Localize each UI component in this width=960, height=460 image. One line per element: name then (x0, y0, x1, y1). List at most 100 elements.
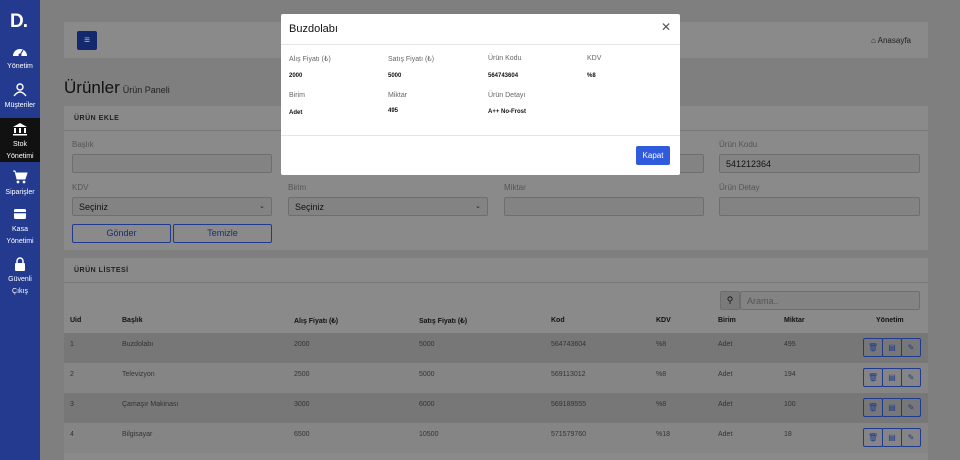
temizle-button[interactable]: Temizle (173, 224, 272, 243)
panel-heading: ÜRÜN LİSTESİ (64, 258, 928, 283)
cell-baslik: Bilgisayar (122, 431, 153, 438)
app-logo[interactable]: D. (10, 11, 28, 33)
sidebar-item-label: Yönetimi (6, 238, 34, 245)
sidebar-item-siparisler[interactable]: Siparişler (0, 170, 40, 200)
kapat-button[interactable]: Kapat (636, 146, 670, 165)
detail-button[interactable]: ▤ (882, 368, 902, 387)
trash-icon: 🗑 (867, 433, 879, 442)
cell-satis: 10500 (419, 431, 439, 438)
sidebar-item-musteriler[interactable]: Müşteriler (0, 83, 40, 113)
modal-miktar-value: 495 (388, 108, 399, 114)
miktar-field[interactable] (504, 197, 704, 216)
modal-birim-label: Birim (289, 92, 305, 99)
menu-toggle-button[interactable]: ≡ (77, 31, 97, 50)
chevron-down-icon: ⌄ (475, 203, 481, 210)
trash-icon: 🗑 (867, 343, 879, 352)
column-header-kod: Kod (551, 317, 565, 324)
modal-kod-label: Ürün Kodu (488, 55, 522, 62)
modal-divider (281, 44, 680, 45)
sidebar-item-label: Müşteriler (4, 102, 36, 109)
file-icon: ▤ (888, 433, 896, 442)
edit-button[interactable]: ✎ (901, 368, 921, 387)
modal-kdv-label: KDV (587, 55, 602, 62)
delete-button[interactable]: 🗑 (863, 338, 883, 357)
file-icon: ▤ (888, 403, 896, 412)
product-detail-modal: Buzdolabı ✕ Alış Fiyatı (₺) 2000 Satış F… (281, 14, 680, 175)
edit-button[interactable]: ✎ (901, 428, 921, 447)
trash-icon: 🗑 (867, 403, 879, 412)
row-actions: 🗑 ▤ ✎ (863, 428, 922, 447)
sidebar-item-kasa-yonetimi[interactable]: Kasa Yönetimi (0, 207, 40, 249)
cell-kod: 569113012 (551, 371, 586, 378)
miktar-label: Miktar (504, 183, 526, 192)
column-header-satis: Satış Fiyatı (₺) (419, 318, 468, 325)
cell-uid: 4 (70, 431, 74, 438)
detail-button[interactable]: ▤ (882, 338, 902, 357)
home-link[interactable]: ⌂ Anasayfa (871, 36, 911, 45)
delete-button[interactable]: 🗑 (863, 398, 883, 417)
column-header-baslik: Başlık (122, 317, 143, 324)
birim-select[interactable]: Seçiniz ⌄ (288, 197, 488, 216)
close-icon[interactable]: ✕ (661, 20, 671, 34)
sidebar-item-yonetim[interactable]: Yönetim (0, 44, 40, 76)
cell-baslik: Buzdolabı (122, 341, 154, 348)
page-title-text: Ürünler (64, 78, 120, 97)
sidebar: D. Yönetim Müşteriler Stok Yönetimi Sipa… (0, 0, 40, 460)
cell-satis: 5000 (419, 371, 435, 378)
column-header-yonetim: Yönetim (876, 317, 904, 324)
row-actions: 🗑 ▤ ✎ (863, 398, 922, 417)
table-row: 3 Çamaşır Makinası 3000 6000 569189555 %… (64, 393, 928, 423)
dashboard-icon (13, 49, 27, 57)
cash-register-icon (14, 209, 26, 219)
pencil-icon: ✎ (907, 343, 915, 352)
cell-alis: 2500 (294, 371, 310, 378)
modal-satis-label: Satış Fiyatı (₺) (388, 56, 435, 63)
baslik-label: Başlık (72, 140, 94, 149)
pencil-icon: ✎ (907, 433, 915, 442)
edit-button[interactable]: ✎ (901, 338, 921, 357)
cell-miktar: 495 (784, 341, 796, 348)
modal-kdv-value: %8 (587, 73, 596, 79)
cell-miktar: 18 (784, 431, 792, 438)
baslik-field[interactable] (72, 154, 272, 173)
cell-kdv: %8 (656, 371, 667, 378)
urun-kodu-field[interactable]: 541212364 (719, 154, 920, 173)
cell-kod: 569189555 (551, 401, 587, 408)
page-title: Ürünler Ürün Paneli (64, 78, 170, 98)
delete-button[interactable]: 🗑 (863, 368, 883, 387)
sidebar-item-label: Siparişler (5, 189, 35, 196)
sidebar-item-label: Yönetimi (6, 153, 34, 160)
sidebar-item-guvenli-cikis[interactable]: Güvenli Çıkış (0, 257, 40, 299)
cell-satis: 6000 (419, 401, 435, 408)
detail-button[interactable]: ▤ (882, 428, 902, 447)
sidebar-item-label: Çıkış (12, 288, 28, 295)
table-row: 2 Televizyon 2500 5000 569113012 %8 Adet… (64, 363, 928, 393)
sidebar-item-stok-yonetimi[interactable]: Stok Yönetimi (0, 118, 40, 162)
detail-button[interactable]: ▤ (882, 398, 902, 417)
cell-kod: 571579760 (551, 431, 587, 438)
modal-miktar-label: Miktar (388, 92, 408, 99)
kdv-select[interactable]: Seçiniz ⌄ (72, 197, 272, 216)
pencil-icon: ✎ (907, 373, 915, 382)
page-subtitle: Ürün Paneli (122, 85, 170, 95)
modal-title: Buzdolabı (289, 23, 338, 35)
pencil-icon: ✎ (907, 403, 915, 412)
cell-miktar: 100 (784, 401, 796, 408)
sidebar-item-label: Stok (12, 141, 27, 148)
edit-button[interactable]: ✎ (901, 398, 921, 417)
cell-kdv: %18 (656, 431, 671, 438)
search-button[interactable]: ⚲ (720, 291, 740, 310)
birim-select-value: Seçiniz (295, 202, 325, 212)
sidebar-item-label: Kasa (12, 226, 28, 233)
lock-icon (15, 257, 25, 271)
column-header-alis: Alış Fiyatı (₺) (294, 318, 339, 325)
delete-button[interactable]: 🗑 (863, 428, 883, 447)
table-row: 1 Buzdolabı 2000 5000 564743604 %8 Adet … (64, 333, 928, 363)
gonder-button[interactable]: Gönder (72, 224, 171, 243)
kdv-select-value: Seçiniz (79, 202, 109, 212)
column-header-miktar: Miktar (784, 317, 805, 324)
sidebar-item-label: Güvenli (8, 276, 32, 283)
urun-detay-field[interactable] (719, 197, 920, 216)
file-icon: ▤ (888, 373, 896, 382)
search-input[interactable]: Arama.. (740, 291, 920, 310)
